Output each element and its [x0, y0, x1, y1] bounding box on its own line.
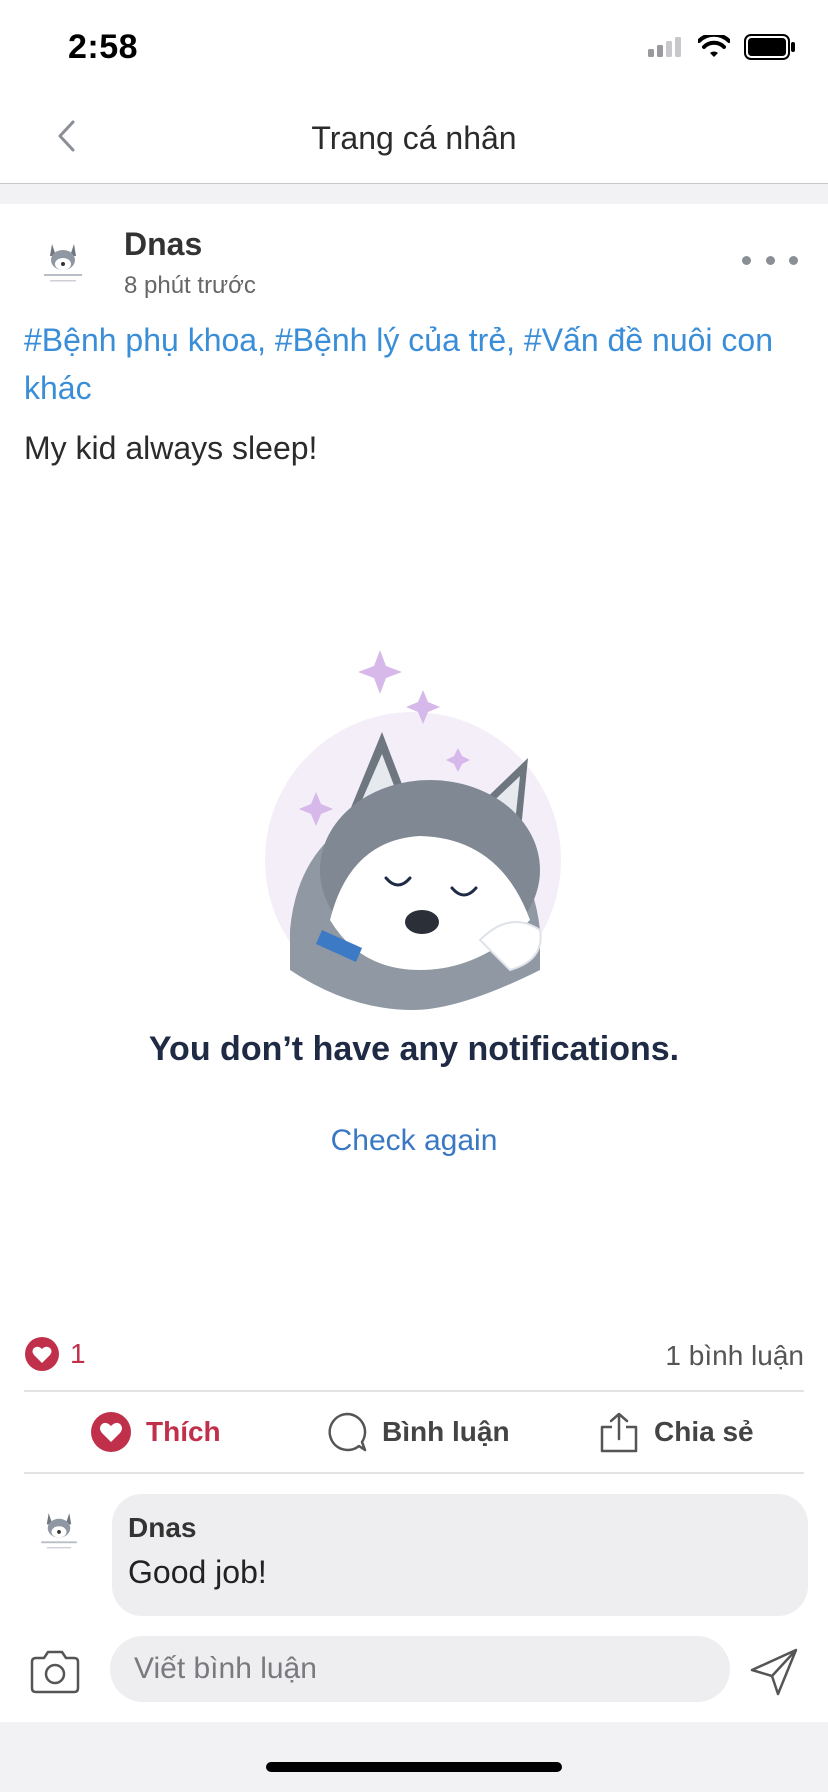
home-indicator[interactable] — [266, 1762, 562, 1772]
share-button[interactable]: Chia sẻ — [598, 1402, 754, 1462]
divider — [24, 1472, 804, 1474]
comment-input[interactable] — [110, 1636, 730, 1702]
like-count: 1 — [70, 1338, 86, 1369]
avatar[interactable] — [28, 1500, 90, 1562]
send-icon — [750, 1648, 798, 1696]
comment-bubble-icon — [328, 1412, 367, 1452]
post-actions: Thích Bình luận Chia sẻ — [0, 1402, 828, 1462]
status-bar: 2:58 — [0, 0, 828, 96]
like-button[interactable]: Thích — [90, 1402, 221, 1462]
nav-bar: Trang cá nhân — [0, 96, 828, 184]
like-summary[interactable]: 1 — [24, 1336, 86, 1372]
reaction-summary: 1 1 bình luận — [24, 1336, 804, 1376]
comment-label: Bình luận — [382, 1416, 510, 1447]
send-button[interactable] — [748, 1646, 800, 1698]
image-check-again-link: Check again — [330, 1124, 498, 1157]
husky-avatar-icon — [30, 230, 96, 296]
share-icon — [600, 1412, 638, 1453]
comment-compose-bar — [0, 1626, 828, 1720]
post-timestamp: 8 phút trước — [124, 272, 256, 299]
status-time: 2:58 — [68, 28, 139, 66]
post-author[interactable]: Dnas — [124, 226, 202, 263]
comment-button[interactable]: Bình luận — [326, 1402, 510, 1462]
image-caption: You don’t have any notifications. — [148, 1030, 680, 1068]
more-dot — [789, 255, 798, 265]
bottom-safe-area — [0, 1722, 828, 1792]
more-dot — [742, 255, 751, 265]
status-icons — [648, 34, 796, 60]
page-title: Trang cá nhân — [311, 120, 517, 156]
like-label: Thích — [146, 1416, 221, 1447]
battery-icon — [744, 34, 795, 60]
avatar[interactable] — [30, 230, 96, 296]
post-image[interactable] — [0, 500, 828, 1300]
comment-bubble[interactable]: Dnas Good job! — [112, 1494, 808, 1616]
camera-button[interactable] — [28, 1648, 82, 1696]
comment-count[interactable]: 1 bình luận — [665, 1340, 804, 1372]
comment-author[interactable]: Dnas — [128, 1512, 792, 1544]
more-options-button[interactable] — [742, 244, 798, 276]
wifi-icon — [698, 35, 730, 57]
heart-icon — [25, 1337, 59, 1371]
more-dot — [765, 255, 775, 265]
heart-icon — [91, 1412, 131, 1452]
divider — [24, 1390, 804, 1392]
post-hashtags[interactable]: #Bệnh phụ khoa, #Bệnh lý của trẻ, #Vấn đ… — [24, 316, 804, 412]
husky-avatar-icon — [28, 1500, 90, 1562]
comment-text: Good job! — [128, 1554, 267, 1590]
camera-icon — [30, 1650, 80, 1694]
sleeping-husky-illustration — [265, 650, 561, 1010]
share-label: Chia sẻ — [654, 1416, 754, 1447]
cellular-signal-icon — [648, 37, 681, 57]
post-text: My kid always sleep! — [24, 430, 318, 466]
section-separator — [0, 184, 828, 204]
